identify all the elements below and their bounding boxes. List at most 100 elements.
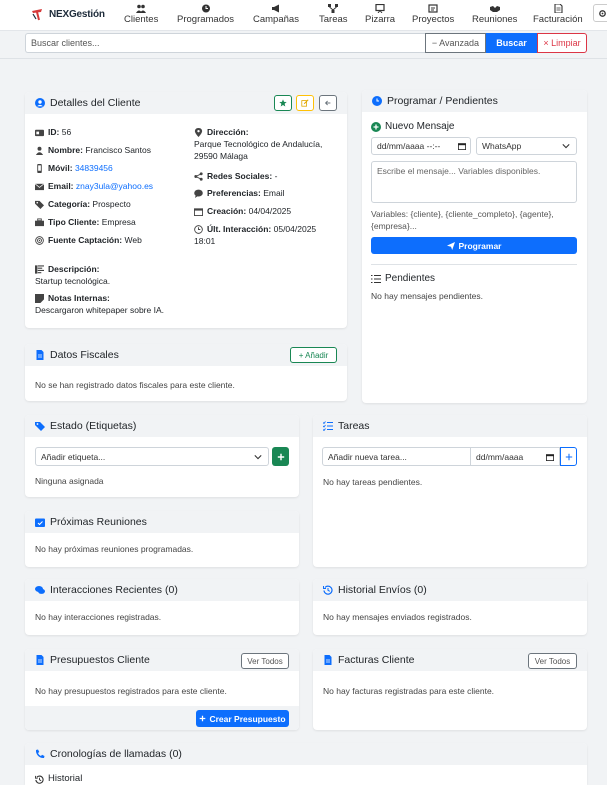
search-button[interactable]: Buscar [486,33,537,53]
card-header: Estado (Etiquetas) [25,415,299,437]
nav-tareas[interactable]: Tareas [319,4,348,25]
card-title: Programar / Pendientes [387,95,498,107]
clock-icon [372,96,382,106]
detail-value: 05/04/2025 [273,224,317,234]
back-button[interactable] [319,95,337,111]
top-navbar: NEXGestión Clientes Programados Campañas… [0,0,607,31]
nav-label: Tareas [319,14,348,25]
detail-label: Dirección: [207,127,249,137]
divider [0,58,607,59]
view-all-budgets-button[interactable]: Ver Todos [241,653,289,669]
detail-label: Notas Internas: [48,293,110,303]
briefcase-icon [35,217,44,226]
detail-value: 18:01 [194,236,216,246]
align-left-icon [35,264,44,274]
add-fiscal-button[interactable]: + Añadir [290,347,337,363]
card-title: Historial Envíos (0) [338,584,427,596]
tag-select[interactable]: Añadir etiqueta... [35,447,269,466]
detail-name: Nombre: Francisco Santos [35,144,151,156]
schedule-date-input[interactable]: dd/mm/aaaa --:-- [371,137,471,155]
detail-label: Email: [48,181,74,191]
detail-label: Categoría: [48,199,91,209]
new-message-heading: Nuevo Mensaje [371,121,454,133]
detail-value: Prospecto [92,199,131,209]
task-placeholder: Añadir nueva tarea... [328,451,407,462]
detail-description: Descripción: Startup tecnológica. [35,263,110,287]
list-icon [371,274,381,284]
logo-icon [32,9,42,21]
nav-label: Pizarra [365,14,396,25]
create-budget-label: Crear Presupuesto [209,713,286,724]
address-line: 29590 Málaga [194,151,248,161]
card-title: Datos Fiscales [50,349,119,361]
plus-icon [565,453,572,460]
budgets-card: Presupuestos Cliente Ver Todos No hay pr… [25,649,299,730]
brand[interactable]: NEXGestión [30,6,105,22]
bullseye-icon [35,235,44,245]
new-message-label: Nuevo Mensaje [385,121,455,132]
address-line: Parque Tecnológico de Andalucía, [194,139,323,149]
add-task-button[interactable] [560,447,577,466]
tags-empty: Ninguna asignada [35,476,104,486]
task-input[interactable]: Añadir nueva tarea... [322,447,471,466]
nav-proyectos[interactable]: Proyectos [412,4,454,25]
id-card-icon [35,129,44,136]
clear-button[interactable]: × Limpiar [537,33,587,53]
advanced-search-button[interactable]: − Avanzada [425,33,486,53]
channel-select[interactable]: WhatsApp [476,137,577,155]
task-date-input[interactable]: dd/mm/aaaa [470,447,560,466]
search-button-label: Buscar [496,38,527,48]
email-link[interactable]: znay3ula@yahoo.es [76,181,153,191]
nav-facturacion[interactable]: Facturación [533,4,583,25]
nav-clientes[interactable]: Clientes [124,4,158,25]
schedule-button-label: Programar [458,240,502,251]
nav-reuniones[interactable]: Reuniones [472,4,517,25]
detail-label: Nombre: [48,145,83,155]
mobile-icon [37,163,42,173]
view-all-invoices-button[interactable]: Ver Todos [528,653,577,669]
settings-button[interactable] [593,4,607,22]
nav-label: Reuniones [472,14,518,25]
nav-pizarra[interactable]: Pizarra [365,4,395,25]
edit-button[interactable] [296,95,314,111]
nav-label: Programados [177,14,235,25]
card-title: Detalles del Cliente [50,97,141,109]
calendar-icon [458,143,466,150]
paper-plane-icon [446,241,455,250]
card-header: Historial Envíos (0) [313,579,587,601]
plus-icon [200,715,206,722]
invoice-icon [554,4,563,13]
detail-id: ID: 56 [35,126,71,138]
tasks-card: Tareas Añadir nueva tarea... dd/mm/aaaa … [313,415,587,567]
favorite-button[interactable] [274,95,292,111]
detail-mobile: Móvil: 34839456 [35,162,113,174]
add-tag-button[interactable] [272,447,289,466]
pending-heading: Pendientes [371,273,435,285]
schedule-button[interactable]: Programar [371,237,577,254]
card-title: Presupuestos Cliente [50,654,150,666]
detail-label: Tipo Cliente: [48,217,100,227]
detail-label: Descripción: [48,264,100,274]
nav-programados[interactable]: Programados [177,4,234,25]
nav-label: Facturación [533,14,583,25]
message-textarea[interactable]: Escribe el mensaje... Variables disponib… [371,161,577,203]
calls-history-label: Historial [48,773,83,784]
card-title: Facturas Cliente [338,654,415,666]
detail-label: Fuente Captación: [48,235,123,245]
file-invoice-icon [324,655,332,665]
tag-placeholder: Añadir etiqueta... [41,451,106,462]
search-input[interactable] [25,33,425,53]
card-title: Interacciones Recientes (0) [50,584,178,596]
nav-campanas[interactable]: Campañas [253,4,299,25]
calls-card: Cronologías de llamadas (0) Historial [25,743,587,785]
edit-icon [301,99,309,107]
create-budget-button[interactable]: Crear Presupuesto [196,710,289,727]
detail-email: Email: znay3ula@yahoo.es [35,180,153,192]
detail-type: Tipo Cliente: Empresa [35,216,136,228]
mobile-link[interactable]: 34839456 [75,163,113,173]
diagram-icon [328,4,339,13]
envelope-icon [35,183,44,190]
folder-icon [428,4,438,13]
detail-value: - [274,171,278,181]
card-title: Cronologías de llamadas (0) [50,748,182,760]
